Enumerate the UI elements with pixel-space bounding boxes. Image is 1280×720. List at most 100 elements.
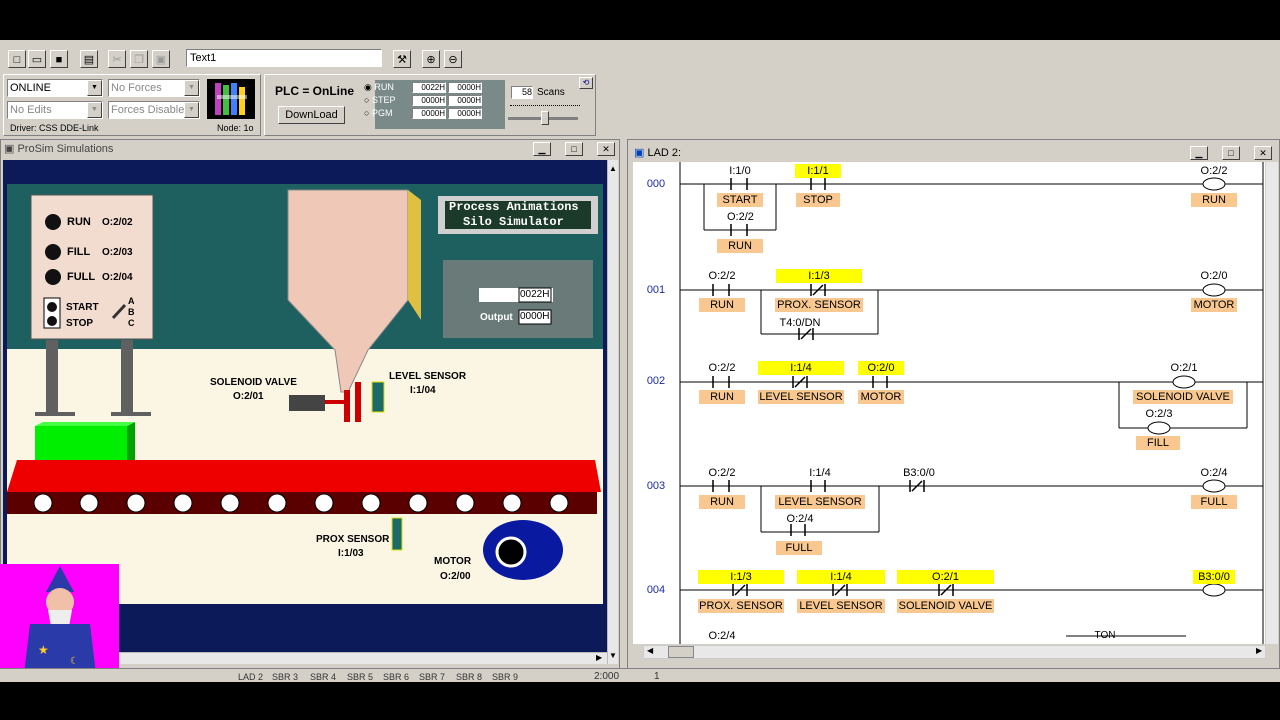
tag-desc[interactable]: LEVEL SENSOR: [797, 599, 885, 613]
tag-addr: I:1/4: [758, 361, 844, 375]
selector-b[interactable]: B: [128, 307, 135, 317]
rung-number-001[interactable]: 001: [641, 284, 671, 296]
tag-desc[interactable]: RUN: [1191, 193, 1237, 207]
cut-icon[interactable]: ✂: [108, 50, 126, 68]
ton-label: TON: [1094, 630, 1116, 641]
scroll-right-icon[interactable]: ▶: [596, 653, 602, 662]
zoom-out-icon[interactable]: ⊖: [444, 50, 462, 68]
tab-lad2[interactable]: LAD 2: [238, 671, 263, 683]
tag-addr: T4:0/DN: [779, 317, 821, 329]
tag-addr: I:1/1: [795, 164, 841, 178]
copy-icon[interactable]: ❐: [130, 50, 148, 68]
lad-scroll-left-icon[interactable]: ◀: [647, 646, 653, 655]
new-file-icon[interactable]: □: [8, 50, 26, 68]
mode-step[interactable]: STEP: [372, 95, 396, 105]
tab-sbr6[interactable]: SBR 6: [383, 671, 409, 683]
tag-desc[interactable]: FULL: [1191, 495, 1237, 509]
edits-select[interactable]: No Edits ▼: [7, 101, 103, 119]
zoom-in-icon[interactable]: ⊕: [422, 50, 440, 68]
tag-desc[interactable]: MOTOR: [1191, 298, 1237, 312]
sim-close-button[interactable]: ✕: [597, 142, 615, 156]
sim-vscroll[interactable]: [607, 160, 618, 664]
mode-select[interactable]: ONLINE ▼: [7, 79, 103, 97]
rung-number-003[interactable]: 003: [641, 480, 671, 492]
tag-desc[interactable]: PROX. SENSOR: [775, 298, 863, 312]
forces-state-select[interactable]: Forces Disabled ▼: [108, 101, 200, 119]
tag-addr: I:1/4: [797, 570, 885, 584]
run-lamp-label: RUN: [67, 216, 91, 228]
tag-desc[interactable]: STOP: [796, 193, 840, 207]
tag-desc[interactable]: RUN: [699, 390, 745, 404]
full-lamp-label: FULL: [67, 271, 96, 283]
rung-number-004[interactable]: 004: [641, 584, 671, 596]
mode-run[interactable]: RUN: [374, 82, 394, 92]
tag-addr: O:2/0: [858, 361, 904, 375]
text-field[interactable]: Text1: [186, 49, 382, 67]
tag-desc[interactable]: MOTOR: [858, 390, 904, 404]
mode-pgm[interactable]: PGM: [372, 108, 393, 118]
tag-desc[interactable]: LEVEL SENSOR: [775, 495, 865, 509]
tag-desc[interactable]: RUN: [717, 239, 763, 253]
scan-slider-thumb[interactable]: [541, 111, 549, 125]
selector-c[interactable]: C: [128, 318, 135, 328]
sim-maximize-button[interactable]: □: [565, 142, 583, 156]
download-button[interactable]: DownLoad: [278, 106, 345, 124]
mode-radios[interactable]: ◉ RUN ○ STEP ○ PGM: [364, 81, 395, 120]
tag-desc[interactable]: LEVEL SENSOR: [758, 390, 844, 404]
forces-select[interactable]: No Forces ▼: [108, 79, 200, 97]
open-folder-icon[interactable]: ▭: [28, 50, 46, 68]
scroll-down-icon[interactable]: ▼: [609, 651, 617, 660]
solenoid-label: SOLENOID VALVE: [210, 377, 297, 388]
tag-desc[interactable]: SOLENOID VALVE: [897, 599, 994, 613]
tag-desc[interactable]: START: [717, 193, 763, 207]
tab-sbr5[interactable]: SBR 5: [347, 671, 373, 683]
tag-addr: O:2/2: [708, 270, 736, 282]
value-r0c1: 0000H: [448, 82, 482, 93]
run-lamp-addr: O:2/02: [102, 217, 133, 228]
lad-close-button[interactable]: ✕: [1254, 146, 1272, 160]
sim-minimize-button[interactable]: ▁: [533, 142, 551, 156]
tag-desc[interactable]: SOLENOID VALVE: [1133, 390, 1233, 404]
solenoid-addr: O:2/01: [233, 391, 264, 402]
tab-sbr3[interactable]: SBR 3: [272, 671, 298, 683]
lad-maximize-button[interactable]: □: [1222, 146, 1240, 160]
motor-label: MOTOR: [434, 556, 472, 567]
scroll-up-icon[interactable]: ▲: [609, 164, 617, 173]
full-lamp-addr: O:2/04: [102, 272, 133, 283]
tag-desc[interactable]: FILL: [1136, 436, 1180, 450]
tag-desc[interactable]: RUN: [699, 298, 745, 312]
selector-a[interactable]: A: [128, 296, 135, 306]
start-button[interactable]: START: [66, 302, 99, 313]
rung-number-002[interactable]: 002: [641, 375, 671, 387]
tab-sbr4[interactable]: SBR 4: [310, 671, 336, 683]
tag-addr: O:2/0: [1200, 270, 1228, 282]
tag-addr: I:1/0: [729, 165, 751, 177]
page-readout: 1: [654, 671, 660, 682]
rung-number-000[interactable]: 000: [641, 178, 671, 190]
print-icon[interactable]: ▤: [80, 50, 98, 68]
tag-addr: I:1/4: [809, 467, 831, 479]
panel-toggle-icon[interactable]: ⟲: [579, 77, 593, 89]
tag-desc[interactable]: RUN: [699, 495, 745, 509]
tag-addr: O:2/4: [708, 630, 736, 642]
paste-icon[interactable]: ▣: [152, 50, 170, 68]
lad-hscroll[interactable]: [643, 645, 1266, 659]
lad-vscroll[interactable]: [1266, 162, 1278, 644]
lad-title: ▣ LAD 2:: [634, 147, 682, 159]
lad-hscroll-thumb[interactable]: [668, 646, 694, 658]
tag-addr: I:1/3: [776, 269, 862, 283]
save-icon[interactable]: ■: [50, 50, 68, 68]
node-label: Node: 1o: [217, 123, 254, 133]
tag-addr: O:2/4: [1200, 467, 1228, 479]
tab-sbr9[interactable]: SBR 9: [492, 671, 518, 683]
tag-desc[interactable]: PROX. SENSOR: [698, 599, 784, 613]
tools-icon[interactable]: ⚒: [393, 50, 411, 68]
tag-addr: O:2/2: [727, 211, 754, 223]
tab-sbr7[interactable]: SBR 7: [419, 671, 445, 683]
lad-minimize-button[interactable]: ▁: [1190, 146, 1208, 160]
lad-scroll-right-icon[interactable]: ▶: [1256, 646, 1262, 655]
tag-desc[interactable]: FULL: [776, 541, 822, 555]
tab-sbr8[interactable]: SBR 8: [456, 671, 482, 683]
coord-readout: 2:000: [594, 671, 620, 682]
stop-button[interactable]: STOP: [66, 318, 93, 329]
